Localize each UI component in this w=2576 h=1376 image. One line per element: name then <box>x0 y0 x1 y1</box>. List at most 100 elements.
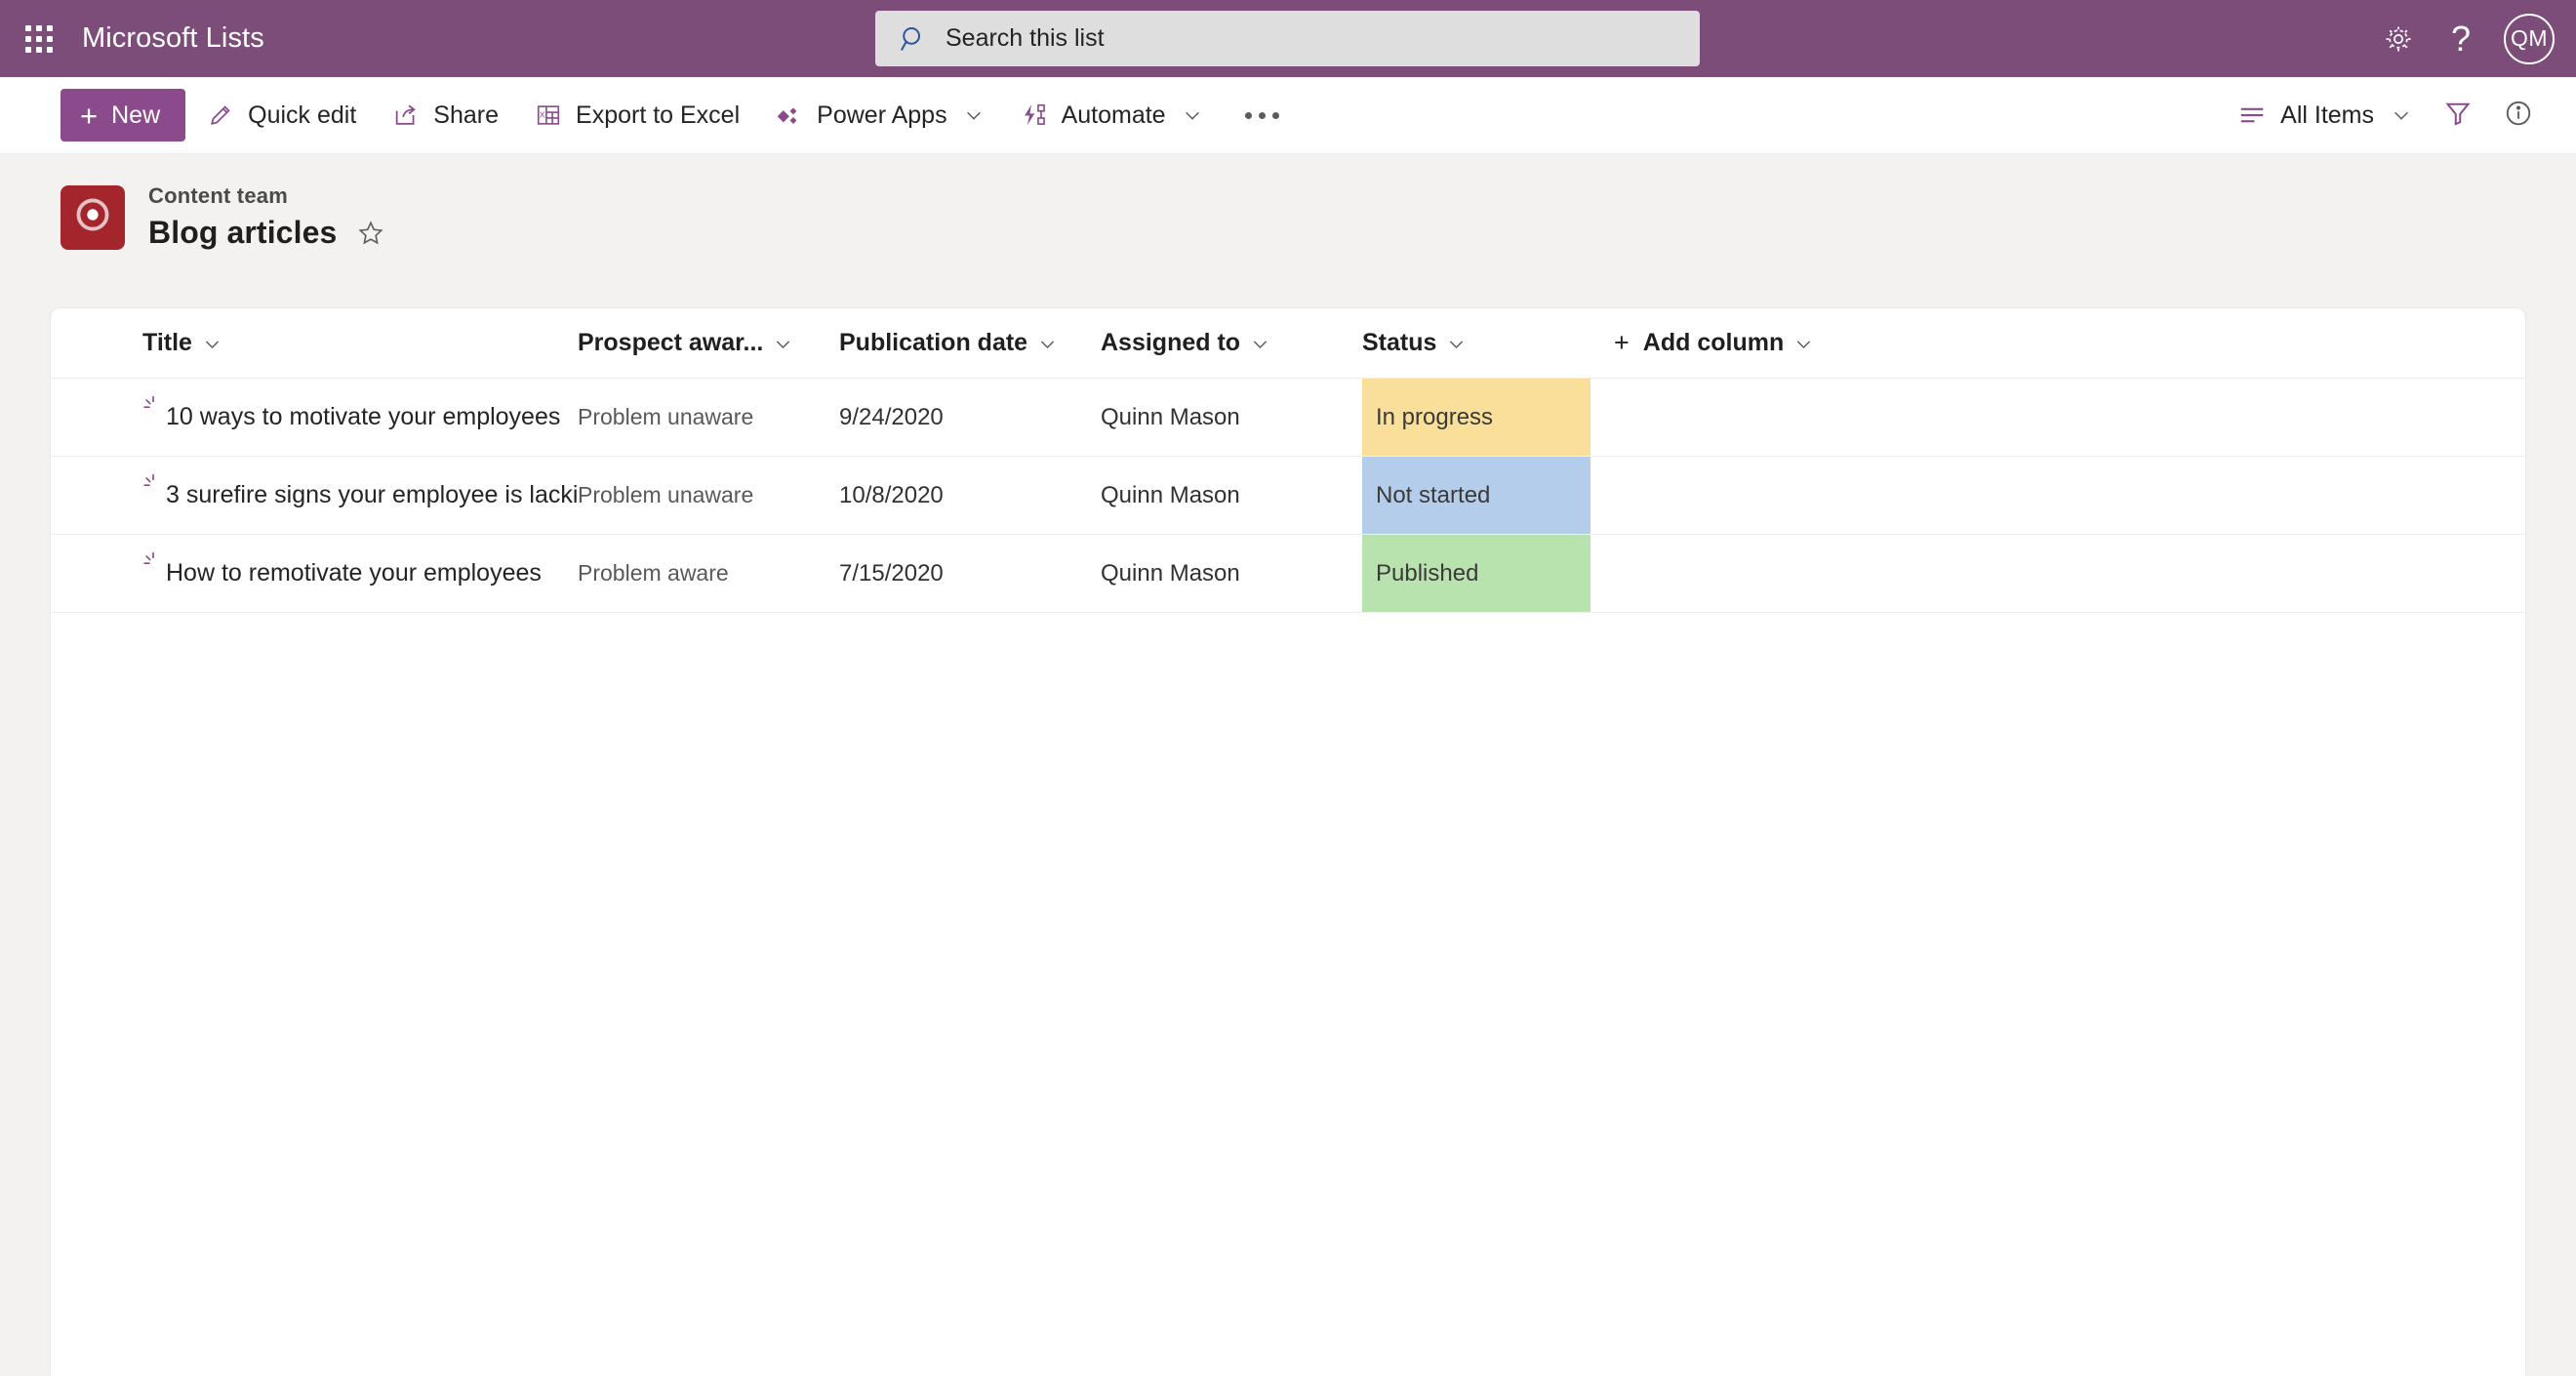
chevron-down-icon <box>1446 333 1467 353</box>
page-title: Blog articles <box>148 215 338 250</box>
table-row[interactable]: 3 surefire signs your employee is lackin… <box>51 457 2525 535</box>
cell-title[interactable]: 10 ways to motivate your employees <box>51 379 578 456</box>
column-header-awareness[interactable]: Prospect awar... <box>578 308 839 378</box>
cell-title-text: How to remotivate your employees <box>166 559 542 587</box>
avatar[interactable]: QM <box>2504 13 2555 64</box>
ellipsis-dot <box>1271 111 1279 119</box>
list-logo <box>60 184 125 250</box>
cell-awareness: Problem unaware <box>578 482 754 507</box>
power-apps-icon <box>775 101 804 130</box>
quick-edit-label: Quick edit <box>248 101 357 129</box>
cell-assigned-to: Quinn Mason <box>1101 481 1240 508</box>
status-badge: Not started <box>1362 457 1590 534</box>
waffle-dots <box>25 24 53 53</box>
automate-button[interactable]: Automate <box>1005 87 1218 143</box>
column-header-publication-date[interactable]: Publication date <box>839 308 1101 378</box>
view-label: All Items <box>2280 101 2374 129</box>
search-placeholder: Search this list <box>946 24 1105 52</box>
export-to-excel-label: Export to Excel <box>576 101 741 129</box>
page-body: Content team Blog articles Title Prospec… <box>0 154 2576 1376</box>
cell-awareness: Problem aware <box>578 560 729 586</box>
cell-empty <box>1590 535 2525 612</box>
app-title: Microsoft Lists <box>82 22 264 54</box>
cell-assigned-to: Quinn Mason <box>1101 559 1240 587</box>
share-label: Share <box>433 101 500 129</box>
cell-empty <box>1590 457 2525 534</box>
info-button[interactable] <box>2490 87 2547 143</box>
chevron-down-icon <box>2391 104 2412 126</box>
cell-title-text: 10 ways to motivate your employees <box>166 403 561 430</box>
bullseye-target-icon <box>74 196 111 238</box>
chevron-down-icon <box>1182 104 1203 126</box>
status-badge: In progress <box>1362 379 1590 456</box>
new-item-burst-icon <box>142 550 164 572</box>
app-launcher-waffle-icon[interactable] <box>18 18 60 61</box>
gear-icon[interactable] <box>2371 12 2426 66</box>
svg-text:X: X <box>540 110 545 120</box>
cell-title[interactable]: How to remotivate your employees <box>51 535 578 612</box>
cell-awareness: Problem unaware <box>578 404 754 429</box>
site-name[interactable]: Content team <box>148 183 385 209</box>
plus-icon: + <box>80 98 99 133</box>
chevron-down-icon <box>773 333 793 353</box>
column-header-title-label: Title <box>142 329 192 356</box>
quick-edit-button[interactable]: Quick edit <box>191 87 371 143</box>
cell-publication-date: 7/15/2020 <box>839 559 944 587</box>
add-column-button[interactable]: + Add column <box>1590 308 2525 378</box>
command-bar: + New Quick edit Share X Export to Excel… <box>0 77 2576 154</box>
suite-bar: Microsoft Lists Search this list ? QM <box>0 0 2576 77</box>
list-meta: Content team Blog articles <box>148 183 385 251</box>
share-icon <box>391 101 421 130</box>
share-button[interactable]: Share <box>377 87 513 143</box>
cell-title-text: 3 surefire signs your employee is lackin… <box>166 481 578 508</box>
view-selector[interactable]: All Items <box>2224 87 2426 143</box>
chevron-down-icon <box>202 333 222 353</box>
automate-label: Automate <box>1061 101 1166 129</box>
export-to-excel-button[interactable]: X Export to Excel <box>519 87 754 143</box>
chevron-down-icon <box>1037 333 1058 353</box>
column-header-assigned-to-label: Assigned to <box>1101 329 1241 356</box>
star-outline-icon[interactable] <box>356 219 385 248</box>
column-header-assigned-to[interactable]: Assigned to <box>1101 308 1362 378</box>
search-icon <box>899 24 928 54</box>
add-column-label: Add column <box>1642 329 1785 356</box>
new-button[interactable]: + New <box>60 89 186 142</box>
column-header-status-label: Status <box>1362 329 1437 356</box>
cell-assigned-to: Quinn Mason <box>1101 403 1240 430</box>
list-header: Content team Blog articles <box>0 154 2576 251</box>
table-row[interactable]: 10 ways to motivate your employees Probl… <box>51 379 2525 457</box>
excel-icon: X <box>534 101 563 130</box>
chevron-down-icon <box>963 104 985 126</box>
column-header-status[interactable]: Status <box>1362 308 1590 378</box>
column-header-publication-date-label: Publication date <box>839 329 1028 356</box>
table-header-row: Title Prospect awar... Publication date … <box>51 308 2525 379</box>
new-item-burst-icon <box>142 394 164 416</box>
status-badge: Published <box>1362 535 1590 612</box>
cell-publication-date: 9/24/2020 <box>839 403 944 430</box>
automate-flow-icon <box>1020 101 1049 130</box>
plus-icon: + <box>1614 328 1630 357</box>
title-row: Blog articles <box>148 215 385 251</box>
new-item-burst-icon <box>142 472 164 494</box>
column-header-awareness-label: Prospect awar... <box>578 329 764 356</box>
cell-empty <box>1590 379 2525 456</box>
help-icon[interactable]: ? <box>2434 12 2488 66</box>
ellipsis-dot <box>1258 111 1266 119</box>
list-table-card: Title Prospect awar... Publication date … <box>51 308 2525 1376</box>
filter-button[interactable] <box>2430 87 2486 143</box>
column-header-title[interactable]: Title <box>51 308 578 378</box>
more-options-button[interactable] <box>1228 87 1297 143</box>
chevron-down-icon <box>1793 333 1814 353</box>
info-circle-icon <box>2504 99 2533 133</box>
search-input[interactable]: Search this list <box>875 11 1700 66</box>
avatar-initials: QM <box>2510 25 2549 51</box>
search-container[interactable]: Search this list <box>875 11 1700 66</box>
chevron-down-icon <box>1250 333 1270 353</box>
table-row[interactable]: How to remotivate your employees Problem… <box>51 535 2525 613</box>
command-bar-right: All Items <box>2224 87 2547 143</box>
power-apps-button[interactable]: Power Apps <box>760 87 998 143</box>
cell-title[interactable]: 3 surefire signs your employee is lackin… <box>51 457 578 534</box>
suite-actions: ? QM <box>2371 0 2555 77</box>
cell-status: Published <box>1362 535 1590 612</box>
filter-funnel-icon <box>2443 99 2473 133</box>
